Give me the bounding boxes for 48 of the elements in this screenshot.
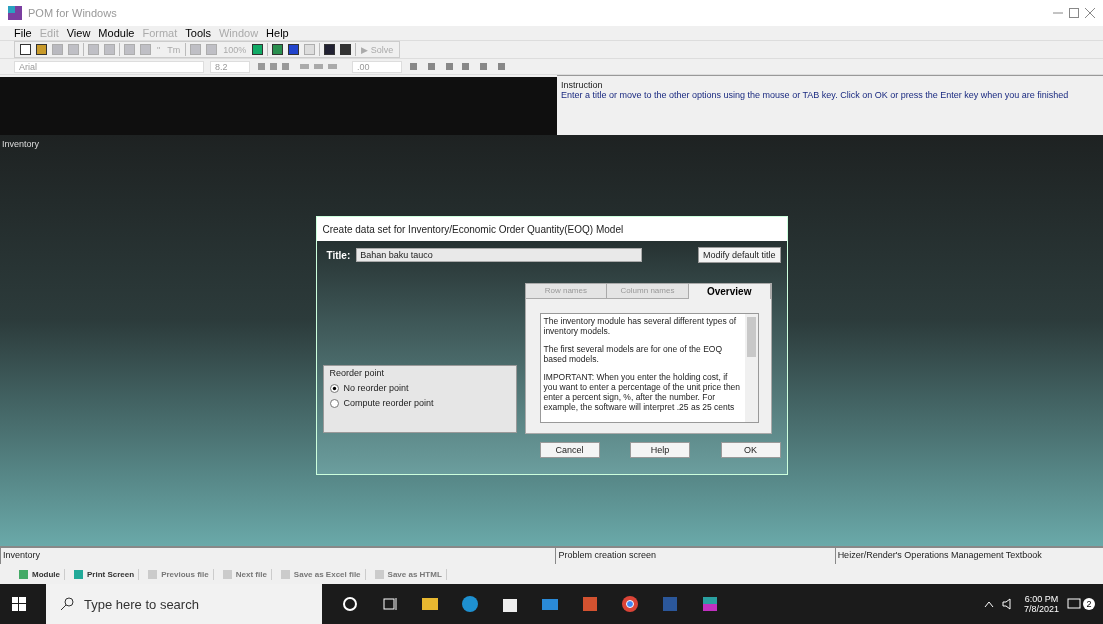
dialog-button[interactable]: Cancel: [539, 442, 600, 458]
notification-icon[interactable]: [1067, 598, 1081, 610]
close-icon[interactable]: [1085, 8, 1095, 18]
menu-item[interactable]: Help: [266, 27, 289, 39]
radio-icon[interactable]: [329, 383, 339, 393]
toolbar-icon[interactable]: [35, 43, 48, 56]
maximize-icon[interactable]: [1069, 8, 1079, 18]
status-text: Inventory: [0, 548, 556, 564]
circle-icon[interactable]: [340, 594, 360, 614]
toolbar-icon[interactable]: [323, 43, 337, 56]
instruction-heading: Instruction: [561, 80, 604, 90]
app-logo-icon: [8, 6, 22, 20]
window-title: POM for Windows: [28, 7, 118, 19]
dialog-button[interactable]: OK: [720, 442, 781, 458]
dialog-title: Create data set for Inventory/Economic Order Quantity(EOQ) Model: [316, 217, 787, 241]
status-text: Problem creation screen: [555, 548, 835, 564]
search-icon: [60, 597, 74, 611]
bottom-toolbar-button[interactable]: Module: [14, 568, 65, 580]
notification-count: 2: [1083, 598, 1095, 610]
overview-paragraph: The first several models are for one of the EOQ based models.: [543, 344, 724, 364]
radio-option[interactable]: Compute reorder point: [329, 398, 510, 408]
status-text: Heizer/Render's Operations Management Textbook: [834, 548, 1103, 564]
overview-paragraph: IMPORTANT: When you enter the holding cost, if you want to enter a percentage of the unit price then enter a percent sign, %, after the number. For example, the software will interpret .25 as 25 cents: [543, 372, 742, 412]
taskbar-search-field[interactable]: Type here to search: [46, 584, 322, 624]
title-label: Title:: [326, 249, 351, 261]
menu-item[interactable]: View: [66, 27, 91, 39]
overview-text-area[interactable]: [539, 313, 759, 423]
scrollbar[interactable]: [744, 314, 758, 422]
toolbar-icon[interactable]: [339, 43, 353, 56]
menu-item[interactable]: Tools: [185, 27, 211, 39]
clock[interactable]: 6:00 PM 7/8/2021: [1023, 594, 1059, 614]
chevron-up-icon[interactable]: [983, 600, 994, 608]
toolbar-icon[interactable]: [271, 43, 285, 56]
toolbar-icon[interactable]: [251, 43, 265, 56]
radio-icon[interactable]: [329, 398, 339, 408]
toolbar-icon[interactable]: [287, 43, 301, 56]
title-field[interactable]: Bahan baku tauco: [356, 248, 643, 262]
overview-paragraph: The inventory module has several different types of inventory models.: [543, 316, 738, 336]
menu-item[interactable]: Module: [98, 27, 135, 39]
bottom-toolbar-button[interactable]: Print Screen: [69, 568, 140, 580]
modify-default-title-button[interactable]: Modify default title: [697, 247, 781, 263]
menu-item[interactable]: File: [14, 27, 32, 39]
radio-option[interactable]: No reorder point: [329, 383, 510, 393]
windows-start-icon[interactable]: [12, 597, 26, 611]
dialog-button[interactable]: Help: [630, 442, 690, 458]
workspace-label: Inventory: [2, 139, 40, 149]
instruction-text: Enter a title or move to the other options using the mouse or TAB key. Click on OK or press the Enter key when you are finished: [561, 90, 1070, 100]
toolbar-icon[interactable]: [19, 43, 32, 56]
